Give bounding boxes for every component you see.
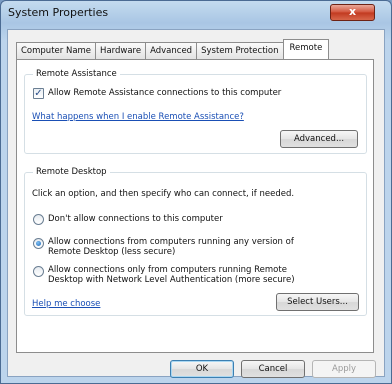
remote-tab-panel: Remote Assistance ✓ Allow Remote Assista… xyxy=(16,59,374,353)
tab-system-protection[interactable]: System Protection xyxy=(196,42,284,59)
allow-remote-assistance-label[interactable]: Allow Remote Assistance connections to t… xyxy=(48,88,281,98)
remote-desktop-group: Remote Desktop Click an option, and then… xyxy=(24,167,367,316)
tab-remote[interactable]: Remote xyxy=(282,39,330,59)
title-bar[interactable]: System Properties x xyxy=(1,1,391,27)
remote-desktop-instructions: Click an option, and then specify who ca… xyxy=(32,189,295,199)
allow-remote-assistance-checkbox[interactable]: ✓ xyxy=(33,88,44,99)
remote-assistance-title: Remote Assistance xyxy=(33,69,120,80)
remote-desktop-title: Remote Desktop xyxy=(33,167,110,178)
ok-button[interactable]: OK xyxy=(170,360,234,378)
window-title: System Properties xyxy=(8,6,109,19)
select-users-button[interactable]: Select Users... xyxy=(276,293,359,311)
remote-assistance-help-link[interactable]: What happens when I enable Remote Assist… xyxy=(32,112,244,122)
help-me-choose-link[interactable]: Help me choose xyxy=(32,299,100,309)
apply-button[interactable]: Apply xyxy=(312,360,376,378)
radio-allow-any-version-label[interactable]: Allow connections from computers running… xyxy=(48,237,300,257)
tab-advanced[interactable]: Advanced xyxy=(145,42,198,59)
tab-computer-name[interactable]: Computer Name xyxy=(16,42,97,59)
tab-strip: Computer Name Hardware Advanced System P… xyxy=(16,39,330,59)
tab-hardware[interactable]: Hardware xyxy=(95,42,147,59)
remote-assistance-group: Remote Assistance ✓ Allow Remote Assista… xyxy=(24,69,367,154)
cancel-button[interactable]: Cancel xyxy=(241,360,305,378)
checkmark-icon: ✓ xyxy=(34,88,43,99)
radio-dont-allow-label[interactable]: Don't allow connections to this computer xyxy=(48,214,223,224)
advanced-button[interactable]: Advanced... xyxy=(280,130,358,148)
close-icon: x xyxy=(348,5,357,18)
system-properties-window: System Properties x Computer Name Hardwa… xyxy=(0,0,392,384)
radio-allow-any-version[interactable] xyxy=(33,238,44,249)
close-button[interactable]: x xyxy=(330,4,375,21)
dialog-client-area: Computer Name Hardware Advanced System P… xyxy=(7,29,385,378)
radio-dont-allow[interactable] xyxy=(33,214,44,225)
radio-allow-nla-only[interactable] xyxy=(33,266,44,277)
radio-allow-nla-only-label[interactable]: Allow connections only from computers ru… xyxy=(48,265,303,285)
